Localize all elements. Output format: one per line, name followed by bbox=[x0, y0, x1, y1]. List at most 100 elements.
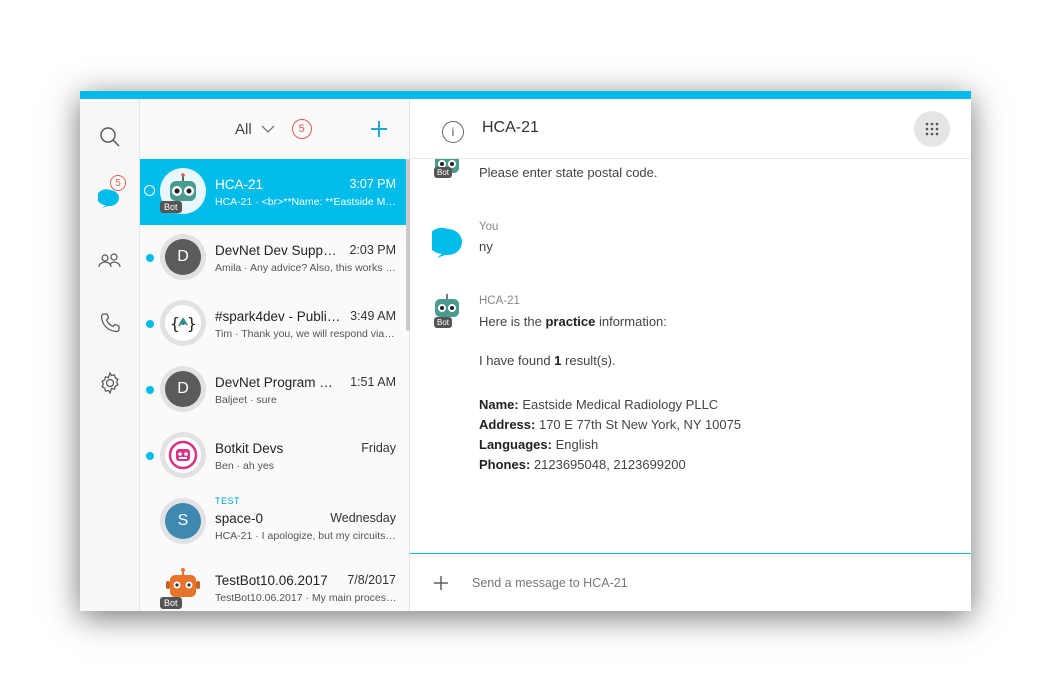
filter-dropdown[interactable]: All 5 bbox=[235, 119, 312, 139]
space-list-pane: All 5 Bot HCA-21 3:07 PM HCA-21 · <br>**… bbox=[140, 99, 410, 611]
svg-text:{: { bbox=[170, 314, 180, 333]
unread-dot bbox=[146, 320, 154, 328]
list-item-devnet-dev-support[interactable]: D DevNet Dev Support Questions 2:03 PM A… bbox=[140, 225, 406, 291]
chat-bubble-icon bbox=[427, 227, 462, 258]
conversation-header: i HCA-21 bbox=[410, 99, 971, 159]
avatar-letter: S bbox=[165, 503, 201, 539]
item-title: HCA-21 bbox=[215, 177, 264, 192]
field-label: Address: bbox=[479, 417, 536, 432]
avatar-letter: D bbox=[165, 371, 201, 407]
list-header: All 5 bbox=[140, 99, 410, 159]
avatar: D bbox=[160, 366, 206, 412]
message-line: I have found 1 result(s). bbox=[479, 353, 616, 368]
text-part: result(s). bbox=[561, 353, 616, 368]
nav-rail: 5 bbox=[80, 99, 140, 611]
item-preview: HCA-21 · <br>**Name: **Eastside Medical … bbox=[215, 196, 397, 208]
message-text: Please enter state postal code. bbox=[479, 165, 658, 180]
message-input[interactable] bbox=[472, 568, 942, 598]
item-time: 1:51 AM bbox=[350, 375, 396, 389]
message-text: ny bbox=[479, 239, 493, 254]
people-icon bbox=[98, 253, 121, 268]
messages-unread-badge: 5 bbox=[110, 175, 126, 191]
search-button[interactable] bbox=[94, 121, 126, 153]
practice-phones-line: Phones: 2123695048, 2123699200 bbox=[479, 457, 686, 472]
field-value: 170 E 77th St New York, NY 10075 bbox=[535, 417, 742, 432]
message-line: Here is the practice information: bbox=[479, 314, 667, 329]
item-time: 2:03 PM bbox=[349, 243, 396, 257]
apps-menu-button[interactable] bbox=[914, 111, 950, 147]
item-title: #spark4dev - Public Support bbox=[215, 309, 343, 324]
selection-indicator bbox=[144, 185, 155, 196]
teams-button[interactable] bbox=[94, 245, 126, 277]
item-time: 3:07 PM bbox=[349, 177, 396, 191]
avatar: D bbox=[160, 234, 206, 280]
item-preview: Baljeet · sure bbox=[215, 394, 277, 406]
practice-name-line: Name: Eastside Medical Radiology PLLC bbox=[479, 397, 718, 412]
item-title: DevNet Program Questions bbox=[215, 375, 343, 390]
filter-label: All bbox=[235, 120, 252, 138]
info-icon: i bbox=[451, 125, 455, 139]
text-part: information: bbox=[595, 314, 667, 329]
conversation-pane: i HCA-21 Bot Please enter state postal c… bbox=[410, 99, 971, 611]
text-part: Here is the bbox=[479, 314, 546, 329]
grid-dots-icon bbox=[925, 122, 939, 136]
message-sender: HCA-21 bbox=[479, 295, 520, 307]
bot-tag: Bot bbox=[434, 167, 453, 178]
attach-button[interactable] bbox=[432, 574, 450, 592]
field-label: Name: bbox=[479, 397, 519, 412]
settings-button[interactable] bbox=[94, 367, 126, 399]
item-preview: Tim · Thank you, we will respond via ema… bbox=[215, 328, 397, 340]
item-title: Botkit Devs bbox=[215, 441, 284, 456]
field-label: Languages: bbox=[479, 437, 552, 452]
item-preview: HCA-21 · I apologize, but my circuits ar… bbox=[215, 530, 397, 542]
bot-tag: Bot bbox=[160, 201, 182, 213]
phone-icon bbox=[100, 313, 120, 333]
practice-languages-line: Languages: English bbox=[479, 437, 598, 452]
avatar: S bbox=[160, 498, 206, 544]
calls-button[interactable] bbox=[94, 307, 126, 339]
gear-icon bbox=[101, 371, 119, 395]
text-bold: practice bbox=[545, 314, 596, 329]
filter-unread-badge: 5 bbox=[291, 119, 312, 139]
item-preview: Ben · ah yes bbox=[215, 460, 274, 472]
list-item-testbot[interactable]: Bot TestBot10.06.2017 7/8/2017 TestBot10… bbox=[140, 555, 406, 611]
message-composer bbox=[410, 553, 971, 611]
plus-icon bbox=[434, 576, 448, 590]
field-value: 2123695048, 2123699200 bbox=[530, 457, 686, 472]
message-list[interactable]: Bot Please enter state postal code. You … bbox=[410, 159, 971, 552]
plus-icon bbox=[371, 121, 387, 137]
add-space-button[interactable] bbox=[368, 118, 390, 140]
list-item-devnet-program[interactable]: D DevNet Program Questions 1:51 AM Balje… bbox=[140, 357, 406, 423]
item-preview: TestBot10.06.2017 · My main processor bbox=[215, 592, 397, 604]
list-item-hca-21[interactable]: Bot HCA-21 3:07 PM HCA-21 · <br>**Name: … bbox=[140, 159, 406, 225]
field-value: Eastside Medical Radiology PLLC bbox=[518, 397, 719, 412]
item-title: space-0 bbox=[215, 511, 264, 526]
conversation-title: HCA-21 bbox=[482, 119, 539, 136]
svg-text:}: } bbox=[187, 314, 197, 333]
item-time: 7/8/2017 bbox=[347, 573, 396, 587]
item-team-tag: TEST bbox=[215, 496, 241, 506]
field-value: English bbox=[551, 437, 599, 452]
avatar-letter: D bbox=[165, 239, 201, 275]
text-part: I have found bbox=[479, 353, 555, 368]
item-preview: Amila · Any advice? Also, this works in … bbox=[215, 262, 397, 274]
avatar: {} bbox=[160, 300, 206, 346]
list-item-space-0[interactable]: TEST S space-0 Wednesday HCA-21 · I apol… bbox=[140, 489, 406, 555]
app-window: 5 All 5 Bot HCA-21 3:07 PM HCA-21 · <br>… bbox=[80, 91, 971, 611]
item-title: TestBot10.06.2017 bbox=[215, 573, 328, 588]
message-sender: You bbox=[479, 221, 499, 233]
code-braces-icon: {} bbox=[165, 305, 201, 341]
info-button[interactable]: i bbox=[442, 121, 464, 143]
message-avatar bbox=[427, 227, 462, 258]
avatar bbox=[160, 432, 206, 478]
item-time: Friday bbox=[361, 441, 396, 455]
list-item-botkit-devs[interactable]: Botkit Devs Friday Ben · ah yes bbox=[140, 423, 406, 489]
item-title: DevNet Dev Support Questions bbox=[215, 243, 343, 258]
unread-dot bbox=[146, 254, 154, 262]
top-accent-bar bbox=[80, 91, 971, 99]
list-item-spark4dev[interactable]: {} #spark4dev - Public Support 3:49 AM T… bbox=[140, 291, 406, 357]
item-time: Wednesday bbox=[330, 511, 396, 525]
unread-dot bbox=[146, 386, 154, 394]
bot-tag: Bot bbox=[160, 597, 182, 609]
chevron-down-icon bbox=[261, 125, 275, 133]
